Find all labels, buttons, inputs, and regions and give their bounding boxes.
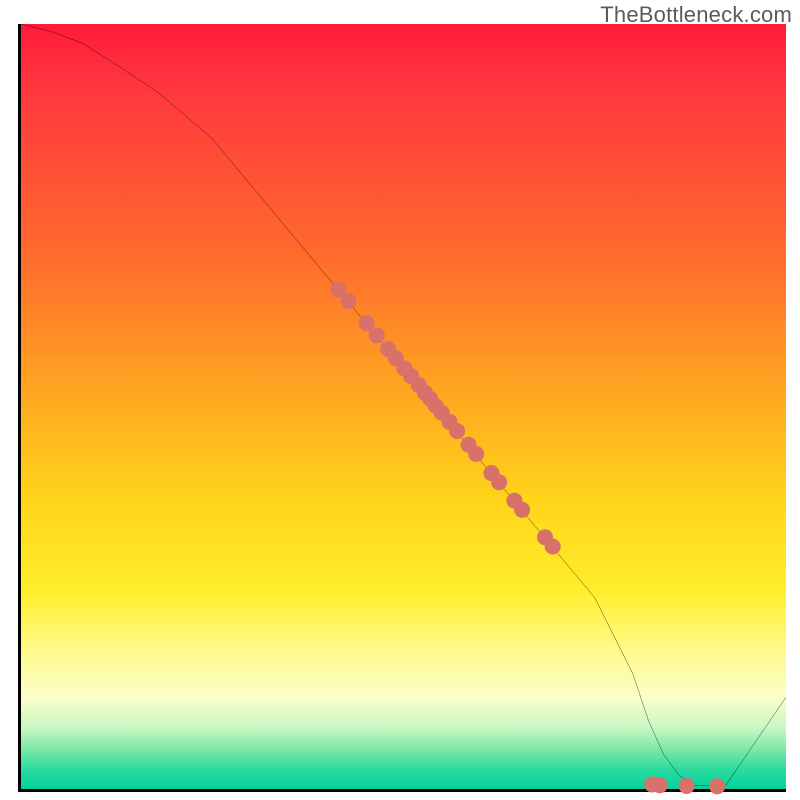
data-point	[340, 293, 356, 309]
plot-area	[18, 24, 786, 792]
data-points	[330, 281, 725, 794]
data-point	[369, 327, 385, 343]
data-point	[709, 778, 725, 794]
data-point	[514, 502, 530, 518]
data-point	[491, 474, 507, 490]
data-point	[652, 777, 668, 793]
data-point	[449, 423, 465, 439]
chart-overlay	[21, 24, 786, 789]
curve-line	[21, 24, 786, 787]
data-point	[679, 778, 695, 794]
chart-stage: TheBottleneck.com	[0, 0, 800, 800]
data-point	[545, 538, 561, 554]
data-point	[468, 446, 484, 462]
